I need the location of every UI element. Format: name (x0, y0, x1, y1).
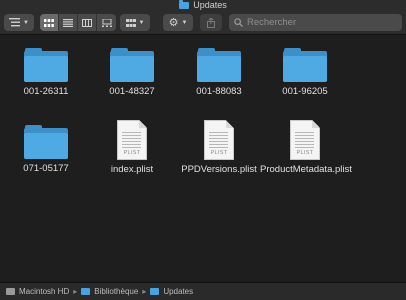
search-icon (234, 18, 243, 27)
folder-item[interactable]: 001-96205 (260, 48, 350, 97)
group-by-button[interactable]: ▼ (120, 14, 150, 31)
toolbar: ▼ ▼ ⚙ ▼ Rechercher (0, 10, 406, 35)
sidebar-list-icon (9, 18, 21, 27)
item-label: ProductMetadata.plist (260, 164, 352, 175)
folder-icon (197, 48, 241, 82)
group-icon (125, 18, 136, 27)
path-crumb[interactable]: Bibliothèque (94, 287, 138, 296)
file-type-label: PLIST (210, 150, 228, 156)
path-crumb[interactable]: Macintosh HD (19, 287, 69, 296)
gear-icon: ⚙ (168, 17, 179, 29)
icon-view-icon (44, 18, 54, 27)
item-label: 001-48327 (109, 86, 155, 97)
file-grid: 001-26311 001-48327 001-88083 001-96205 … (0, 36, 406, 282)
folder-icon (150, 288, 160, 295)
item-label: 071-05177 (23, 163, 69, 174)
item-label: index.plist (110, 164, 154, 175)
chevron-down-icon: ▼ (138, 19, 145, 26)
share-button[interactable] (200, 14, 222, 31)
folder-icon (24, 48, 68, 82)
path-separator: ▸ (142, 287, 147, 296)
share-icon (207, 17, 215, 28)
list-view-button[interactable] (59, 14, 78, 31)
column-view-icon (82, 18, 92, 27)
sidebar-toggle-button[interactable]: ▼ (4, 14, 34, 31)
gallery-view-icon (101, 18, 112, 27)
list-view-icon (63, 18, 73, 27)
folder-item[interactable]: 001-48327 (87, 48, 177, 97)
item-label: PPDVersions.plist (181, 164, 257, 175)
action-menu-button[interactable]: ⚙ ▼ (163, 14, 193, 31)
path-bar: Macintosh HD ▸ Bibliothèque ▸ Updates (0, 282, 406, 300)
file-type-label: PLIST (123, 150, 141, 156)
plist-file-icon: PLIST (204, 120, 234, 160)
folder-icon (24, 125, 68, 159)
plist-file-icon: PLIST (117, 120, 147, 160)
file-item[interactable]: PLIST PPDVersions.plist (174, 120, 264, 175)
path-separator: ▸ (73, 287, 78, 296)
folder-icon (179, 0, 190, 9)
gallery-view-button[interactable] (97, 14, 116, 31)
column-view-button[interactable] (78, 14, 97, 31)
item-label: 001-26311 (23, 86, 69, 97)
plist-file-icon: PLIST (290, 120, 320, 160)
chevron-down-icon: ▼ (181, 19, 188, 26)
hard-drive-icon (6, 288, 15, 295)
title-bar: Updates (0, 0, 406, 10)
file-type-label: PLIST (296, 150, 314, 156)
folder-item[interactable]: 001-88083 (174, 48, 264, 97)
icon-view-button[interactable] (40, 14, 59, 31)
file-item[interactable]: PLIST ProductMetadata.plist (260, 120, 352, 175)
folder-icon (110, 48, 154, 82)
item-label: 001-88083 (196, 86, 242, 97)
search-placeholder: Rechercher (247, 17, 297, 28)
chevron-down-icon: ▼ (23, 19, 29, 26)
path-crumb[interactable]: Updates (163, 287, 193, 296)
view-mode-segmented-control[interactable] (40, 14, 116, 31)
folder-item[interactable]: 001-26311 (1, 48, 91, 97)
folder-icon (283, 48, 327, 82)
search-field[interactable]: Rechercher (229, 14, 402, 31)
folder-item[interactable]: 071-05177 (1, 125, 91, 174)
file-item[interactable]: PLIST index.plist (87, 120, 177, 175)
window-title: Updates (193, 0, 227, 10)
item-label: 001-96205 (282, 86, 328, 97)
folder-icon (81, 288, 91, 295)
